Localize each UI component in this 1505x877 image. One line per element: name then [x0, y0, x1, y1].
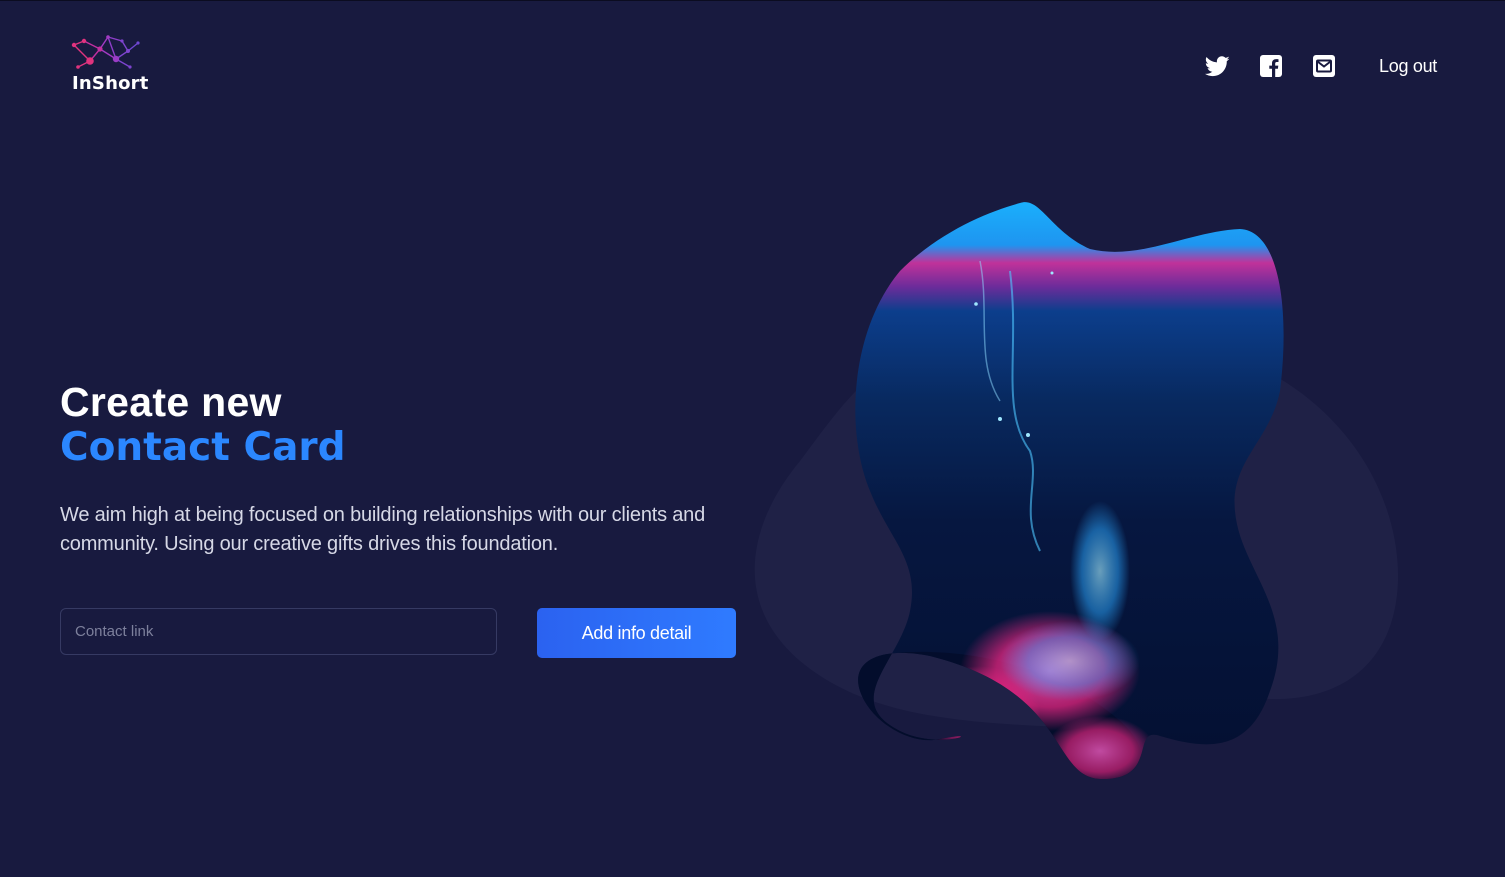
hero-description: We aim high at being focused on building… — [60, 504, 706, 555]
network-nodes-logo-icon — [71, 35, 140, 69]
mail-icon — [1313, 55, 1336, 77]
brand-name: InShort — [72, 73, 149, 94]
brand-logo[interactable]: InShort — [70, 35, 150, 97]
mail-link[interactable] — [1311, 53, 1337, 79]
twitter-icon — [1204, 55, 1230, 76]
twitter-link[interactable] — [1204, 53, 1230, 79]
facebook-link[interactable] — [1258, 53, 1284, 79]
hero-title-line1: Create new — [60, 379, 282, 425]
top-nav: Log out — [1204, 53, 1437, 79]
add-info-detail-button[interactable]: Add info detail — [537, 608, 736, 658]
facebook-icon — [1260, 55, 1283, 77]
hero-title-line2: Contact Card — [60, 425, 346, 470]
decorative-blob-image — [754, 202, 1399, 780]
contact-link-input[interactable] — [60, 608, 497, 655]
logout-link[interactable]: Log out — [1379, 56, 1437, 77]
page: InShort Log out Create new Contact Card … — [0, 0, 1505, 877]
